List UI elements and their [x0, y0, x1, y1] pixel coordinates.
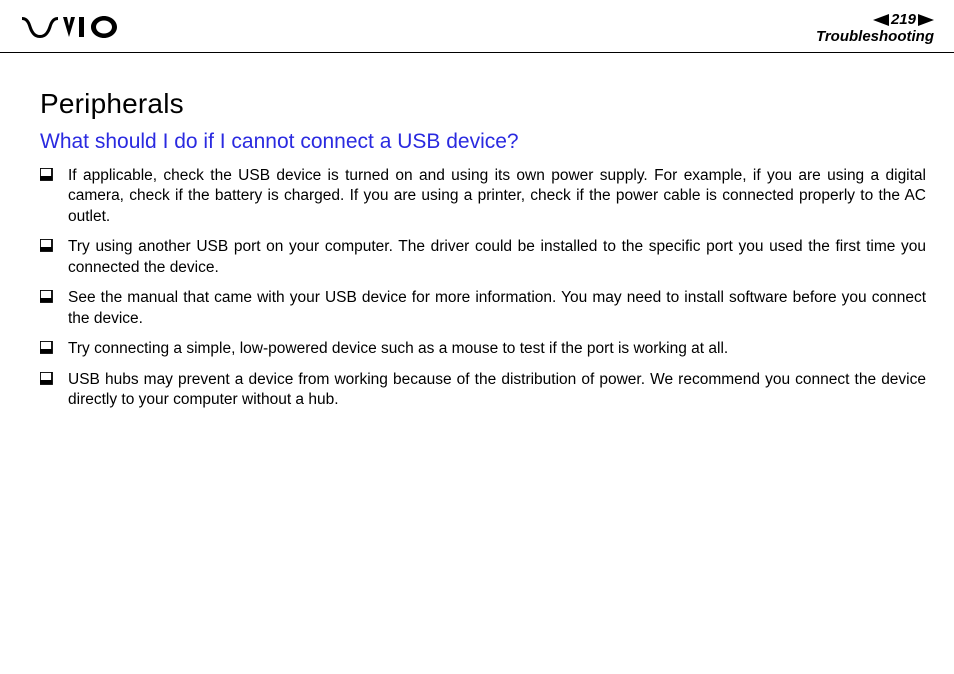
section-link[interactable]: Troubleshooting — [816, 29, 934, 46]
next-page-arrow-icon[interactable] — [918, 14, 934, 26]
checkbox-bullet-icon — [40, 371, 53, 384]
list-item: USB hubs may prevent a device from worki… — [40, 370, 926, 411]
checkbox-bullet-icon — [40, 238, 53, 251]
page-title: Peripherals — [40, 88, 926, 120]
list-item-text: See the manual that came with your USB d… — [68, 289, 926, 326]
question-heading: What should I do if I cannot connect a U… — [40, 130, 926, 154]
page-header: 219 Troubleshooting — [0, 0, 954, 51]
page-number: 219 — [889, 12, 918, 29]
list-item-text: USB hubs may prevent a device from worki… — [68, 371, 926, 408]
checkbox-bullet-icon — [40, 167, 53, 180]
vaio-logo — [22, 16, 118, 43]
checkbox-bullet-icon — [40, 289, 53, 302]
page-navigator: 219 — [816, 12, 934, 29]
page-container: 219 Troubleshooting Peripherals What sho… — [0, 0, 954, 674]
list-item: See the manual that came with your USB d… — [40, 288, 926, 329]
bullet-list: If applicable, check the USB device is t… — [40, 166, 926, 411]
list-item: If applicable, check the USB device is t… — [40, 166, 926, 227]
list-item-text: Try using another USB port on your compu… — [68, 238, 926, 275]
list-item-text: If applicable, check the USB device is t… — [68, 167, 926, 225]
header-right: 219 Troubleshooting — [816, 12, 934, 45]
list-item-text: Try connecting a simple, low-powered dev… — [68, 340, 728, 357]
prev-page-arrow-icon[interactable] — [873, 14, 889, 26]
checkbox-bullet-icon — [40, 340, 53, 353]
header-rule — [0, 52, 954, 53]
list-item: Try using another USB port on your compu… — [40, 237, 926, 278]
list-item: Try connecting a simple, low-powered dev… — [40, 339, 926, 359]
page-content: Peripherals What should I do if I cannot… — [40, 88, 926, 421]
